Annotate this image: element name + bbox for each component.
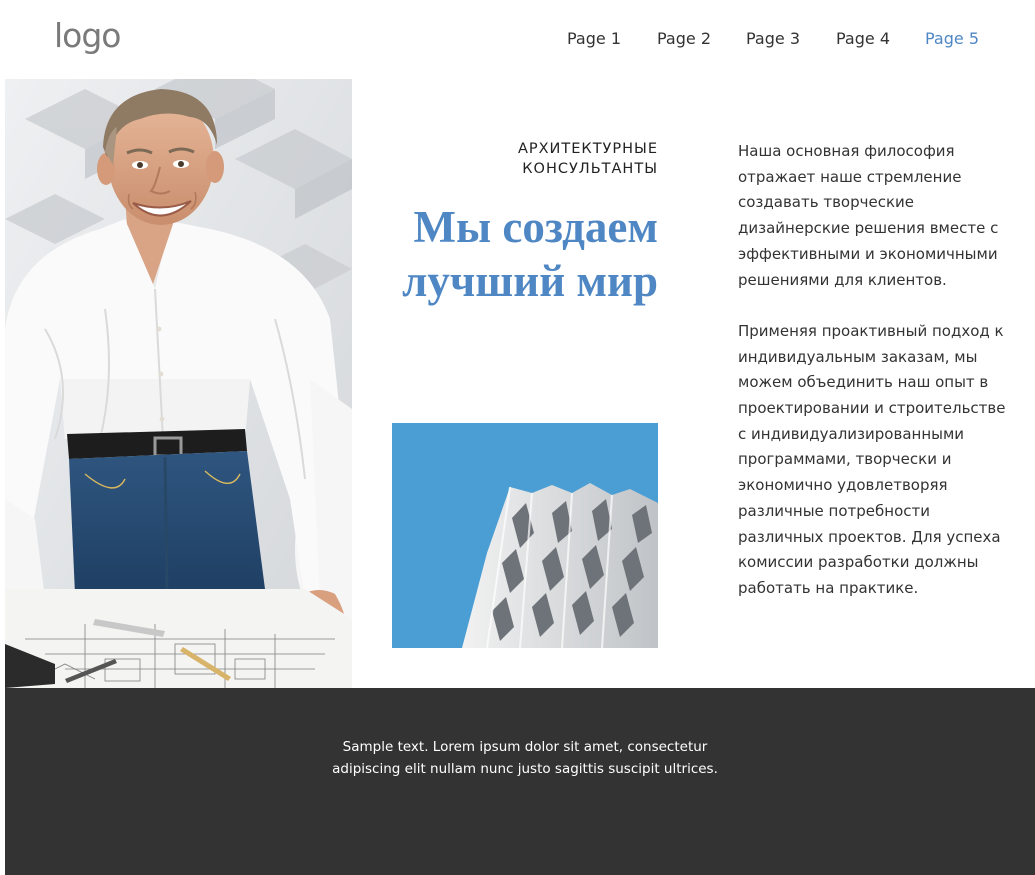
nav-page-3[interactable]: Page 3 <box>746 29 800 48</box>
nav-page-5[interactable]: Page 5 <box>925 29 979 48</box>
description-paragraph-1: Наша основная философия отражает наше ст… <box>738 142 999 289</box>
main-nav: Page 1 Page 2 Page 3 Page 4 Page 5 <box>0 29 1035 51</box>
footer-text: Sample text. Lorem ipsum dolor sit amet,… <box>332 739 718 777</box>
footer: Sample text. Lorem ipsum dolor sit amet,… <box>5 688 1035 875</box>
hero-headline: Мы создаем лучший мир <box>402 202 658 306</box>
nav-page-1[interactable]: Page 1 <box>567 29 621 48</box>
building-facade-image <box>392 423 658 648</box>
hero-kicker: АРХИТЕКТУРНЫЕ КОНСУЛЬТАНТЫ <box>517 141 658 177</box>
nav-page-2[interactable]: Page 2 <box>657 29 711 48</box>
hero-description: Наша основная философия отражает наше ст… <box>738 139 1010 602</box>
description-paragraph-2: Применяя проактивный подход к индивидуал… <box>738 321 1006 597</box>
nav-page-4[interactable]: Page 4 <box>836 29 890 48</box>
architect-photo <box>5 79 352 688</box>
